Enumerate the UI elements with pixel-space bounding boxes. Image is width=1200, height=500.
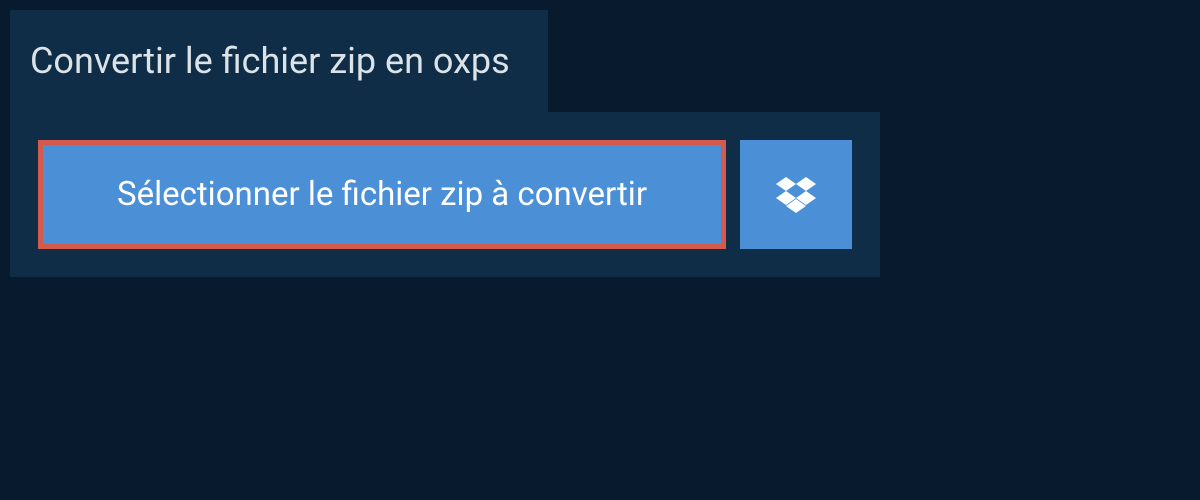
dropbox-icon [776, 177, 816, 213]
page-title: Convertir le fichier zip en oxps [30, 40, 510, 82]
button-row: Sélectionner le fichier zip à convertir [38, 140, 852, 249]
page-title-tab: Convertir le fichier zip en oxps [10, 10, 548, 112]
dropbox-button[interactable] [740, 140, 852, 249]
select-file-label: Sélectionner le fichier zip à convertir [117, 175, 647, 214]
upload-panel: Sélectionner le fichier zip à convertir [10, 112, 880, 277]
select-file-button[interactable]: Sélectionner le fichier zip à convertir [38, 140, 726, 249]
